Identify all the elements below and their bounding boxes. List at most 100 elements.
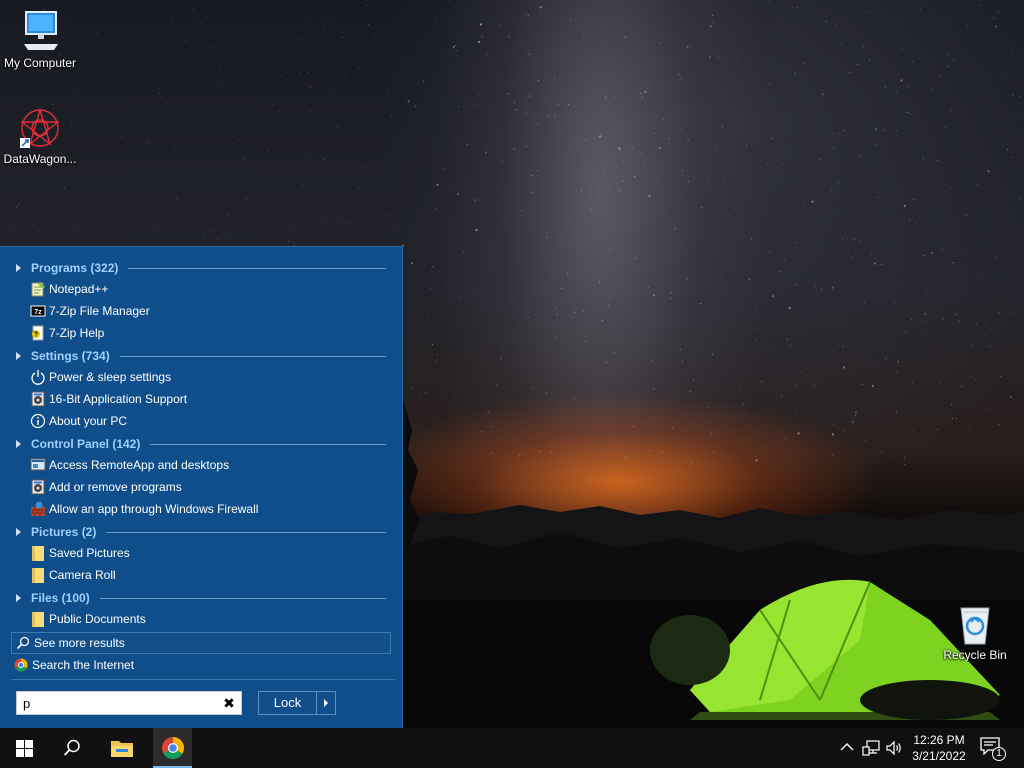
menu-item-7zip-help[interactable]: ? 7-Zip Help xyxy=(30,323,385,343)
wallpaper-star xyxy=(744,412,746,414)
desktop-icon-recycle-bin[interactable]: Recycle Bin xyxy=(935,602,1015,662)
wallpaper-star xyxy=(531,191,533,193)
menu-item-label: Saved Pictures xyxy=(49,546,130,560)
wallpaper-star xyxy=(31,166,33,168)
wallpaper-star xyxy=(881,443,883,446)
wallpaper-star xyxy=(951,418,953,420)
start-search-input[interactable] xyxy=(17,692,217,714)
wallpaper-star xyxy=(334,94,336,96)
wallpaper-star xyxy=(682,169,684,172)
wallpaper-star xyxy=(358,66,360,68)
group-header-pictures[interactable]: Pictures (2) xyxy=(16,523,386,541)
group-header-settings[interactable]: Settings (734) xyxy=(16,347,386,365)
desktop-icon-datawagon[interactable]: DataWagon... xyxy=(0,106,80,166)
wallpaper-star xyxy=(525,13,527,15)
menu-item-remoteapp[interactable]: Access RemoteApp and desktops xyxy=(30,455,385,475)
wallpaper-star xyxy=(200,173,202,175)
wallpaper-star xyxy=(431,266,433,268)
menu-item-power-sleep[interactable]: Power & sleep settings xyxy=(30,367,385,387)
datawagon-shortcut-icon xyxy=(19,107,61,148)
wallpaper-star xyxy=(895,129,898,132)
wallpaper-star xyxy=(941,249,943,251)
wallpaper-star xyxy=(206,16,208,18)
taskbar-clock[interactable]: 12:26 PM 3/21/2022 xyxy=(906,732,972,764)
wallpaper-star xyxy=(366,5,368,7)
wallpaper-star xyxy=(445,286,447,288)
menu-item-firewall[interactable]: Allow an app through Windows Firewall xyxy=(30,499,385,519)
wallpaper-star xyxy=(452,50,454,52)
wallpaper-star xyxy=(250,144,252,146)
wallpaper-star xyxy=(144,106,146,108)
wallpaper-star xyxy=(942,318,944,320)
wallpaper-star xyxy=(47,178,49,180)
wallpaper-star xyxy=(536,123,538,125)
wallpaper-star xyxy=(434,361,437,363)
group-header-files[interactable]: Files (100) xyxy=(16,589,386,607)
wallpaper-star xyxy=(998,312,1000,314)
wallpaper-star xyxy=(786,338,788,340)
wallpaper-star xyxy=(507,93,509,95)
wallpaper-star xyxy=(525,145,527,148)
wallpaper-star xyxy=(325,221,327,223)
wallpaper-star xyxy=(653,388,655,390)
wallpaper-star xyxy=(338,125,339,127)
menu-item-saved-pictures[interactable]: Saved Pictures xyxy=(30,543,385,563)
wallpaper-star xyxy=(639,92,642,94)
wallpaper-star xyxy=(309,110,311,112)
lock-button[interactable]: Lock xyxy=(259,692,317,714)
wallpaper-star xyxy=(308,18,310,20)
menu-item-16bit-support[interactable]: 16-Bit Application Support xyxy=(30,389,385,409)
folder-icon xyxy=(32,568,44,583)
wallpaper-star xyxy=(831,190,833,192)
see-more-results-button[interactable]: See more results xyxy=(11,632,391,654)
menu-item-camera-roll[interactable]: Camera Roll xyxy=(30,565,385,585)
search-internet-button[interactable]: Search the Internet xyxy=(14,656,134,674)
volume-icon[interactable] xyxy=(885,739,903,757)
menu-item-about-pc[interactable]: About your PC xyxy=(30,411,385,431)
clear-search-icon[interactable]: ✖ xyxy=(221,695,237,711)
wallpaper-star xyxy=(831,433,835,436)
wallpaper-star xyxy=(528,95,530,97)
wallpaper-star xyxy=(434,367,436,369)
taskbar-chrome[interactable] xyxy=(153,728,192,768)
wallpaper-star xyxy=(946,23,949,25)
wallpaper-star xyxy=(356,34,358,36)
divider xyxy=(128,267,386,269)
wallpaper-star xyxy=(84,177,86,179)
wallpaper-star xyxy=(367,42,368,44)
menu-item-public-documents[interactable]: Public Documents xyxy=(30,609,385,629)
wallpaper-star xyxy=(929,438,931,440)
wallpaper-star xyxy=(843,429,845,432)
divider xyxy=(99,597,386,599)
wallpaper-star xyxy=(924,255,926,257)
taskbar-search-button[interactable] xyxy=(48,728,96,768)
wallpaper-star xyxy=(236,207,238,209)
wallpaper-star xyxy=(573,397,575,399)
wallpaper-star xyxy=(700,302,702,305)
taskbar: 12:26 PM 3/21/2022 1 xyxy=(0,728,1024,768)
lock-options-arrow[interactable] xyxy=(317,692,335,714)
network-icon[interactable] xyxy=(862,739,880,757)
menu-item-label: 7-Zip File Manager xyxy=(49,304,150,318)
wallpaper-star xyxy=(52,72,54,73)
divider xyxy=(106,531,386,533)
wallpaper-star xyxy=(52,103,53,105)
menu-item-notepad-plus-plus[interactable]: Notepad++ xyxy=(30,279,385,299)
folder-icon xyxy=(111,741,133,757)
menu-item-add-remove-programs[interactable]: Add or remove programs xyxy=(30,477,385,497)
taskbar-file-explorer[interactable] xyxy=(100,728,144,768)
start-button[interactable] xyxy=(0,728,48,768)
wallpaper-star xyxy=(893,301,896,303)
desktop-icon-my-computer[interactable]: My Computer xyxy=(0,10,80,70)
wallpaper-star xyxy=(942,20,944,22)
chevron-up-icon[interactable] xyxy=(838,739,856,757)
wallpaper-star xyxy=(162,113,164,115)
action-center-button[interactable]: 1 xyxy=(980,737,1006,761)
group-header-programs[interactable]: Programs (322) xyxy=(16,259,386,277)
menu-item-7zip-file-manager[interactable]: 7z 7-Zip File Manager xyxy=(30,301,385,321)
wallpaper-star xyxy=(915,222,917,224)
wallpaper-star xyxy=(598,281,600,283)
wallpaper-star xyxy=(768,0,771,2)
group-header-control-panel[interactable]: Control Panel (142) xyxy=(16,435,386,453)
wallpaper-star xyxy=(477,40,480,44)
